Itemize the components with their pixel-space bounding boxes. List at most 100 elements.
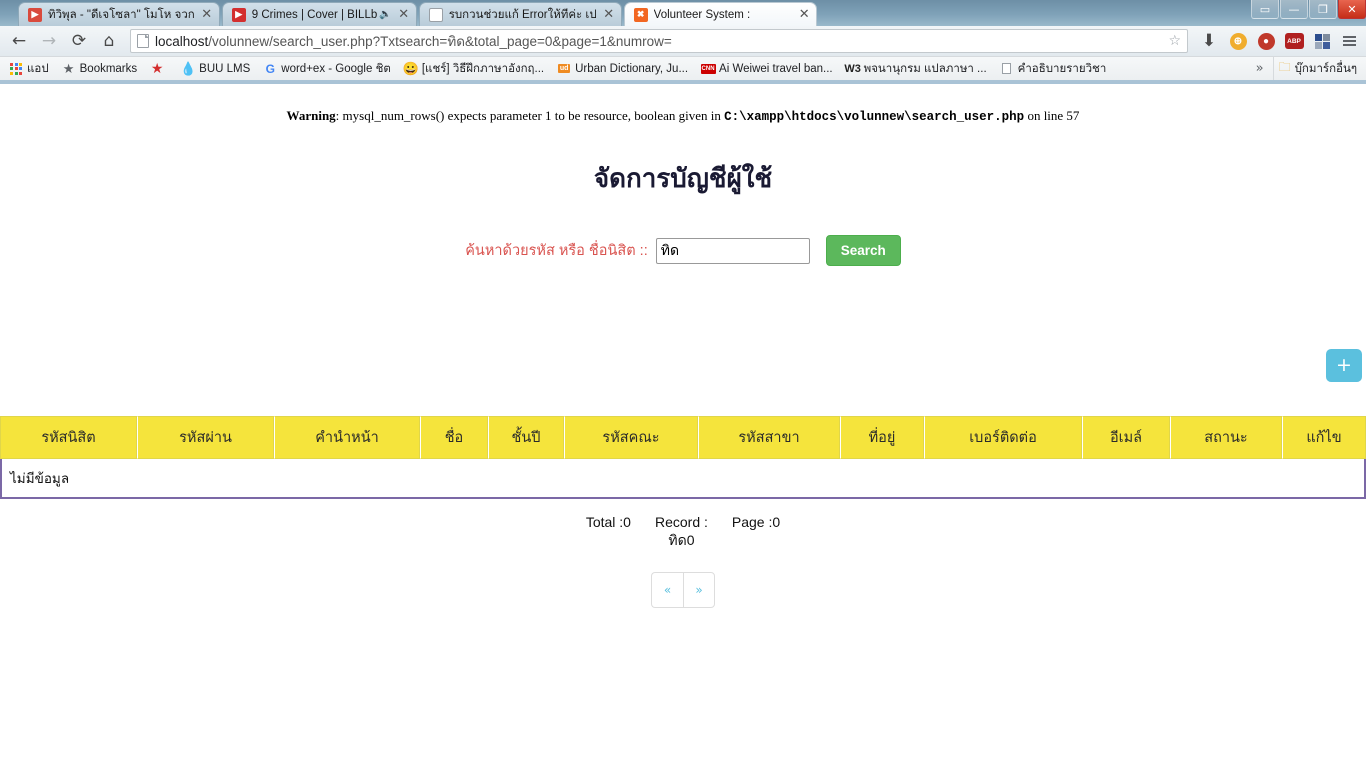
- home-button[interactable]: ⌂: [96, 29, 122, 53]
- bookmark-buu-lms[interactable]: 💧 BUU LMS: [176, 61, 255, 77]
- pagination-first-button[interactable]: «: [651, 572, 683, 608]
- restore-small-icon: ▭: [1259, 2, 1271, 16]
- reload-button[interactable]: ⟳: [66, 29, 92, 53]
- home-icon: ⌂: [103, 31, 115, 51]
- bookmark-label: แอป: [27, 62, 49, 75]
- plus-icon: +: [1336, 354, 1352, 376]
- search-input[interactable]: [655, 237, 810, 264]
- column-header-address[interactable]: ที่อยู่: [840, 416, 924, 459]
- adblock-extension-icon[interactable]: ●: [1254, 29, 1278, 53]
- address-bar[interactable]: localhost/volunnew/search_user.php?Txtse…: [130, 29, 1188, 53]
- column-header-faculty-code[interactable]: รหัสคณะ: [564, 416, 698, 459]
- user-table-wrapper: รหัสนิสิต รหัสผ่าน คำนำหน้า ชื่อ ชั้นปี …: [0, 416, 1366, 499]
- browser-tab[interactable]: รบกวนช่วยแก้ Errorให้ทีค่ะ เป ✕: [418, 2, 622, 26]
- cnn-icon: CNN: [700, 63, 716, 74]
- bookmark-dictionary[interactable]: W3 พจนานุกรม แปลภาษา ...: [841, 59, 992, 79]
- record-label: Record :: [654, 514, 708, 530]
- bookmark-label: BUU LMS: [199, 62, 251, 75]
- bookmark-urban-dictionary[interactable]: ud Urban Dictionary, Ju...: [552, 61, 693, 77]
- download-button[interactable]: ⬇: [1196, 29, 1222, 53]
- minimize-icon: —: [1288, 2, 1300, 16]
- bookmark-label: [แชร์] วิธีฝึกภาษาอังกฤ...: [421, 62, 545, 75]
- browser-tab-active[interactable]: ✖ Volunteer System : ✕: [623, 2, 818, 26]
- tab-title: 9 Crimes | Cover | BILLb: [251, 8, 378, 21]
- table-body: ไม่มีข้อมูล: [0, 459, 1366, 499]
- pagination-last-button[interactable]: »: [683, 572, 715, 608]
- column-header-edit[interactable]: แก้ไข: [1282, 416, 1366, 459]
- xampp-icon: ✖: [633, 7, 649, 23]
- star-red-icon: ★: [150, 60, 164, 76]
- warning-text-2: on line 57: [1024, 108, 1080, 123]
- restore-small-button[interactable]: ▭: [1251, 0, 1279, 19]
- column-header-password[interactable]: รหัสผ่าน: [137, 416, 274, 459]
- column-header-phone[interactable]: เบอร์ติดต่อ: [924, 416, 1082, 459]
- tab-mute-icon[interactable]: 🔈: [379, 9, 391, 20]
- table-header-row: รหัสนิสิต รหัสผ่าน คำนำหน้า ชื่อ ชั้นปี …: [0, 416, 1366, 459]
- close-icon[interactable]: ✕: [796, 7, 812, 22]
- folder-icon: 🗀: [1278, 60, 1291, 74]
- minimize-button[interactable]: —: [1280, 0, 1308, 19]
- apps-grid-icon: [9, 62, 23, 76]
- column-header-prefix[interactable]: คำนำหน้า: [274, 416, 420, 459]
- bookmarks-overflow-button[interactable]: »: [1250, 61, 1270, 76]
- column-header-student-id[interactable]: รหัสนิสิต: [0, 416, 137, 459]
- column-header-major-code[interactable]: รหัสสาขา: [698, 416, 840, 459]
- browser-menu-button[interactable]: [1338, 29, 1360, 53]
- user-table: รหัสนิสิต รหัสผ่าน คำนำหน้า ชื่อ ชั้นปี …: [0, 416, 1366, 499]
- url-path: /volunnew/search_user.php?Txtsearch=ทิด&…: [208, 34, 672, 49]
- abp-extension-icon[interactable]: ABP: [1282, 29, 1306, 53]
- other-bookmarks-folder[interactable]: 🗀 บุ๊กมาร์กอื่นๆ: [1272, 57, 1362, 80]
- browser-toolbar: ← → ⟳ ⌂ localhost/volunnew/search_user.p…: [0, 26, 1366, 56]
- column-header-status[interactable]: สถานะ: [1170, 416, 1282, 459]
- column-header-email[interactable]: อีเมล์: [1082, 416, 1170, 459]
- bookmark-cnn[interactable]: CNN Ai Weiwei travel ban...: [696, 61, 838, 77]
- column-header-year[interactable]: ชั้นปี: [488, 416, 564, 459]
- column-header-name[interactable]: ชื่อ: [420, 416, 488, 459]
- bookmark-bookmarks[interactable]: ★ Bookmarks: [57, 61, 143, 77]
- bookmarks-bar: แอป ★ Bookmarks ★ 💧 BUU LMS G word+ex - …: [0, 56, 1366, 80]
- bookmark-star-red[interactable]: ★: [145, 60, 173, 77]
- close-icon: ✕: [1347, 2, 1357, 16]
- maximize-button[interactable]: ❐: [1309, 0, 1337, 19]
- close-icon[interactable]: ✕: [601, 7, 617, 22]
- bookmark-label: คำอธิบายรายวิชา: [1017, 62, 1107, 75]
- page-icon: [137, 34, 149, 48]
- browser-tab[interactable]: ▶ 9 Crimes | Cover | BILLb 🔈 ✕: [221, 2, 417, 26]
- bookmark-google-sheet[interactable]: G word+ex - Google ชิต: [258, 59, 396, 79]
- color-extension-icon[interactable]: [1310, 29, 1334, 53]
- bookmark-label: word+ex - Google ชิต: [281, 62, 391, 75]
- address-bar-url: localhost/volunnew/search_user.php?Txtse…: [155, 30, 1162, 52]
- add-user-button[interactable]: +: [1326, 349, 1362, 382]
- water-drop-icon: 💧: [180, 60, 197, 76]
- close-window-button[interactable]: ✕: [1338, 0, 1366, 19]
- other-bookmarks-label: บุ๊กมาร์กอื่นๆ: [1294, 62, 1357, 75]
- translate-extension-icon[interactable]: ⊕: [1226, 29, 1250, 53]
- search-button[interactable]: Search: [825, 235, 901, 266]
- warning-text-1: : mysql_num_rows() expects parameter 1 t…: [335, 108, 725, 123]
- youtube-icon: ▶: [231, 7, 247, 23]
- bookmark-label: Bookmarks: [79, 62, 138, 75]
- pagination: « »: [0, 572, 1366, 608]
- bookmark-star-icon[interactable]: ☆: [1168, 33, 1181, 49]
- bookmark-english-tips[interactable]: 😀 [แชร์] วิธีฝึกภาษาอังกฤ...: [399, 59, 549, 79]
- close-icon[interactable]: ✕: [199, 7, 215, 22]
- warning-file-path: C:\xampp\htdocs\volunnew\search_user.php: [724, 110, 1025, 124]
- back-arrow-icon: ←: [11, 31, 27, 51]
- smiley-icon: 😀: [402, 60, 419, 76]
- result-summary: Total :0 Record : ทิด0 Page :0: [0, 514, 1366, 552]
- reload-icon: ⟳: [71, 31, 87, 51]
- browser-tab[interactable]: ▶ ทิวิพุล - "ดีเจโซลา" โมโห จวก ✕: [18, 2, 220, 26]
- page-content: Warning: mysql_num_rows() expects parame…: [0, 84, 1366, 732]
- empty-message: ไม่มีข้อมูล: [0, 459, 1366, 499]
- bookmark-apps[interactable]: แอป: [4, 59, 54, 79]
- search-label: ค้นหาด้วยรหัส หรือ ชื่อนิสิต ::: [465, 243, 648, 259]
- record-value: ทิด0: [668, 532, 695, 548]
- bookmark-label: Ai Weiwei travel ban...: [719, 62, 833, 75]
- back-button[interactable]: ←: [6, 29, 32, 53]
- forward-button[interactable]: →: [36, 29, 62, 53]
- bookmark-course-description[interactable]: คำอธิบายรายวิชา: [995, 59, 1112, 79]
- video-thumb-icon: ▶: [27, 7, 43, 23]
- php-warning-message: Warning: mysql_num_rows() expects parame…: [0, 84, 1366, 124]
- close-icon[interactable]: ✕: [396, 7, 412, 22]
- google-icon: G: [265, 61, 275, 76]
